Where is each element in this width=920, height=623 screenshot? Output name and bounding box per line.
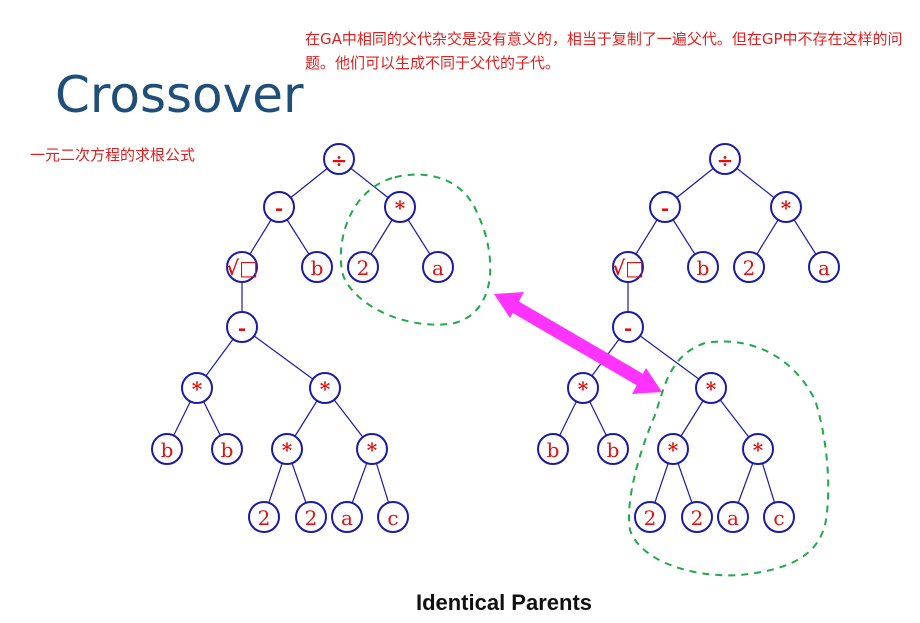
node-label: 2 <box>644 506 657 530</box>
node-label: 2 <box>305 506 318 530</box>
left-node-minus-top: - <box>263 191 295 223</box>
left-node-times-rl: * <box>271 433 303 465</box>
right-node-a-top: a <box>808 251 840 283</box>
left-node-two-top: 2 <box>347 251 379 283</box>
left-node-a-bottom: a <box>331 501 363 533</box>
right-node-b-left2: b <box>597 433 629 465</box>
diagram-caption: Identical Parents <box>415 590 593 615</box>
right-node-root: ÷ <box>709 143 741 175</box>
node-label: 2 <box>691 506 704 530</box>
right-node-b-left1: b <box>537 433 569 465</box>
node-label: * <box>781 196 792 220</box>
node-label: b <box>311 256 324 280</box>
node-label: * <box>282 438 293 462</box>
node-label: a <box>818 256 830 280</box>
left-node-b-top: b <box>301 251 333 283</box>
selected-subtree-outline-left <box>339 173 492 326</box>
node-label: b <box>161 438 174 462</box>
node-label: b <box>221 438 234 462</box>
node-label: √□ <box>226 256 258 280</box>
right-node-times-left: * <box>567 372 599 404</box>
right-node-minus-top: - <box>649 191 681 223</box>
node-label: b <box>607 438 620 462</box>
left-node-sqrt: √□ <box>226 251 258 283</box>
parent-tree-right: ÷- *√□ b 2 a-* *b b * *2 2 a c <box>537 143 840 533</box>
node-label: * <box>706 377 717 401</box>
left-node-two-2: 2 <box>295 501 327 533</box>
right-node-b-top: b <box>687 251 719 283</box>
node-label: a <box>432 256 444 280</box>
node-label: a <box>341 506 353 530</box>
node-label: a <box>727 506 739 530</box>
left-node-minus-mid: - <box>226 311 258 343</box>
left-node-a-top: a <box>422 251 454 283</box>
node-label: * <box>395 196 406 220</box>
node-label: * <box>320 377 331 401</box>
left-node-b-left2: b <box>211 433 243 465</box>
node-label: ÷ <box>331 148 348 172</box>
node-label: 2 <box>258 506 271 530</box>
node-label: - <box>275 196 283 220</box>
selected-subtree-outline-right <box>628 340 830 577</box>
left-node-root: ÷ <box>323 143 355 175</box>
right-node-times-top: * <box>770 191 802 223</box>
node-label: - <box>238 316 246 340</box>
right-node-two-1: 2 <box>634 501 666 533</box>
right-node-c-bottom: c <box>763 501 795 533</box>
left-node-times-left: * <box>181 372 213 404</box>
left-node-times-right: * <box>309 372 341 404</box>
crossover-diagram: ÷- *√□ b 2 a-* *b b * *2 2 a c ÷- *√□ b 2 a-* *b b * *2 2 a c <box>151 143 840 577</box>
node-label: c <box>387 506 398 530</box>
right-node-times-rl: * <box>657 433 689 465</box>
left-node-two-1: 2 <box>248 501 280 533</box>
right-node-times-right: * <box>695 372 727 404</box>
right-node-a-bottom: a <box>717 501 749 533</box>
node-label: * <box>367 438 378 462</box>
node-label: - <box>661 196 669 220</box>
node-label: - <box>624 316 632 340</box>
right-node-minus-mid: - <box>612 311 644 343</box>
right-node-two-2: 2 <box>681 501 713 533</box>
node-label: * <box>753 438 764 462</box>
node-label: 2 <box>743 256 756 280</box>
left-node-times-top: * <box>384 191 416 223</box>
node-label: b <box>697 256 710 280</box>
node-label: √□ <box>612 256 644 280</box>
right-node-two-top: 2 <box>733 251 765 283</box>
left-node-times-rr: * <box>356 433 388 465</box>
node-label: 2 <box>357 256 370 280</box>
right-node-sqrt: √□ <box>612 251 644 283</box>
node-label: * <box>192 377 203 401</box>
node-label: b <box>547 438 560 462</box>
node-label: ÷ <box>717 148 734 172</box>
node-label: c <box>773 506 784 530</box>
left-node-b-left1: b <box>151 433 183 465</box>
node-label: * <box>668 438 679 462</box>
parent-tree-left: ÷- *√□ b 2 a-* *b b * *2 2 a c <box>151 143 454 533</box>
node-label: * <box>578 377 589 401</box>
right-node-times-rr: * <box>742 433 774 465</box>
left-node-c-bottom: c <box>377 501 409 533</box>
